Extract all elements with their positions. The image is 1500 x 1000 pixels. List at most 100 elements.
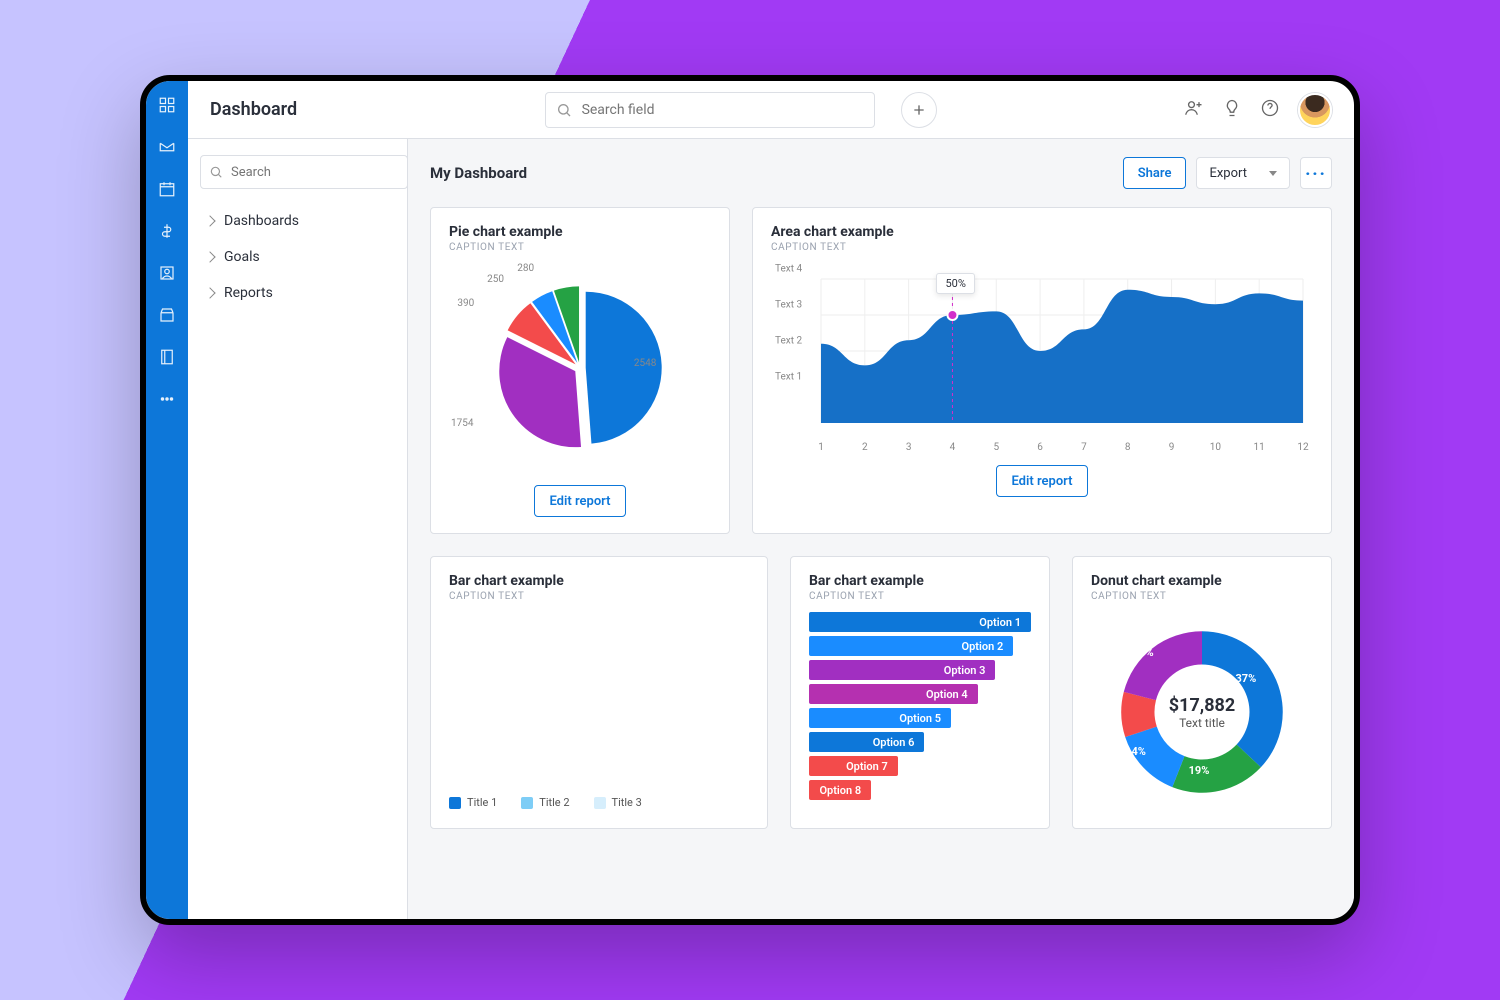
x-tick-label: 2	[862, 442, 868, 453]
global-search-input[interactable]	[580, 101, 864, 119]
hbar-item: Option 4	[809, 684, 978, 704]
nav-rail	[146, 81, 188, 919]
search-icon	[209, 165, 223, 179]
card-title: Bar chart example	[809, 573, 1031, 589]
donut-center-subtitle: Text title	[1169, 716, 1235, 730]
x-tick-label: 10	[1210, 442, 1221, 453]
card-caption: CAPTION TEXT	[1091, 591, 1313, 602]
card-pie: Pie chart example CAPTION TEXT 2548 1754 3…	[430, 207, 730, 534]
x-tick-label: 11	[1254, 442, 1265, 453]
page-title: Dashboard	[210, 99, 297, 120]
caret-down-icon	[1269, 171, 1277, 176]
donut-chart: $17,882 Text title 37% 19% 14% 9% 21%	[1091, 612, 1313, 812]
nav-deals-icon[interactable]	[157, 221, 177, 241]
hbar-item: Option 1	[809, 612, 1031, 632]
search-icon	[556, 102, 572, 118]
sidebar-search-input[interactable]	[229, 164, 399, 181]
y-tick-label: Text 2	[775, 336, 802, 347]
sidebar-item-label: Goals	[224, 249, 260, 265]
hbar-item: Option 5	[809, 708, 951, 728]
card-title: Donut chart example	[1091, 573, 1313, 589]
pie-chart: 2548 1754 390 250 280	[449, 263, 711, 473]
add-button[interactable]	[901, 92, 937, 128]
more-button[interactable]: ···	[1300, 157, 1332, 189]
x-tick-label: 4	[950, 442, 956, 453]
help-icon[interactable]	[1260, 98, 1280, 122]
pie-slice-label: 2548	[634, 358, 656, 369]
export-select[interactable]: Export	[1196, 157, 1290, 189]
card-caption: CAPTION TEXT	[449, 242, 711, 253]
x-tick-label: 9	[1169, 442, 1175, 453]
sidebar-item-label: Dashboards	[224, 213, 299, 229]
chevron-right-icon	[204, 251, 215, 262]
hbar-item: Option 7	[809, 756, 898, 776]
edit-report-button[interactable]: Edit report	[534, 485, 625, 517]
y-tick-label: Text 1	[775, 372, 802, 383]
chevron-right-icon	[204, 287, 215, 298]
sidebar-search[interactable]	[200, 155, 408, 189]
card-area: Area chart example CAPTION TEXT 12345678…	[752, 207, 1332, 534]
card-title: Area chart example	[771, 224, 1313, 240]
hbar-item: Option 8	[809, 780, 871, 800]
x-tick-label: 7	[1081, 442, 1087, 453]
pie-slice-label: 390	[457, 298, 474, 309]
x-tick-label: 1	[818, 442, 824, 453]
card-horizontal-bar: Bar chart example CAPTION TEXT Option 1O…	[790, 556, 1050, 829]
global-search[interactable]	[545, 92, 875, 128]
nav-inbox-icon[interactable]	[157, 137, 177, 157]
x-tick-label: 8	[1125, 442, 1131, 453]
pie-slice-label: 280	[517, 263, 534, 274]
edit-report-button[interactable]: Edit report	[996, 465, 1087, 497]
share-button[interactable]: Share	[1123, 157, 1187, 189]
chart-tooltip: 50%	[936, 273, 974, 294]
card-caption: CAPTION TEXT	[449, 591, 749, 602]
nav-calendar-icon[interactable]	[157, 179, 177, 199]
hbar-item: Option 3	[809, 660, 995, 680]
card-title: Pie chart example	[449, 224, 711, 240]
hbar-item: Option 6	[809, 732, 924, 752]
pie-slice-label: 250	[487, 274, 504, 285]
nav-notes-icon[interactable]	[157, 347, 177, 367]
donut-slice-label: 21%	[1133, 646, 1154, 659]
topbar: Dashboard	[188, 81, 1354, 139]
nav-dashboard-icon[interactable]	[157, 95, 177, 115]
card-stacked-bar: Bar chart example CAPTION TEXT Title 1 T…	[430, 556, 768, 829]
tablet-frame: Dashboard + Dashboard	[140, 75, 1360, 925]
plus-icon	[911, 102, 927, 118]
sidebar-item-dashboards[interactable]: Dashboards	[200, 203, 395, 239]
donut-slice-label: 19%	[1189, 764, 1210, 777]
invite-icon[interactable]	[1184, 98, 1204, 122]
y-tick-label: Text 4	[775, 264, 802, 275]
tips-icon[interactable]	[1222, 98, 1242, 122]
nav-contacts-icon[interactable]	[157, 263, 177, 283]
y-tick-label: Text 3	[775, 300, 802, 311]
sidebar-item-label: Reports	[224, 285, 273, 301]
avatar[interactable]	[1298, 93, 1332, 127]
sidebar-item-goals[interactable]: Goals	[200, 239, 395, 275]
dashboard-title: My Dashboard	[430, 164, 527, 182]
donut-slice-label: 9%	[1107, 701, 1121, 714]
stacked-bar-chart	[449, 612, 749, 782]
card-caption: CAPTION TEXT	[809, 591, 1031, 602]
area-chart: 123456789101112Text 1Text 2Text 3Text 45…	[771, 263, 1313, 453]
x-tick-label: 12	[1297, 442, 1308, 453]
horizontal-bar-chart: Option 1 Option 2 Option 3 Option 4 Option 5…	[809, 612, 1031, 800]
card-title: Bar chart example	[449, 573, 749, 589]
donut-slice-label: 14%	[1125, 745, 1146, 758]
card-donut: Donut chart example CAPTION TEXT $17,882…	[1072, 556, 1332, 829]
main-content: My Dashboard Share Export ··· Pie chart …	[408, 139, 1354, 919]
chevron-right-icon	[204, 215, 215, 226]
nav-store-icon[interactable]	[157, 305, 177, 325]
sidebar: + Dashboards Goals Reports	[188, 139, 408, 919]
x-tick-label: 5	[993, 442, 999, 453]
hbar-item: Option 2	[809, 636, 1013, 656]
x-tick-label: 6	[1037, 442, 1043, 453]
card-caption: CAPTION TEXT	[771, 242, 1313, 253]
sidebar-item-reports[interactable]: Reports	[200, 275, 395, 311]
donut-slice-label: 37%	[1235, 672, 1256, 685]
chart-legend: Title 1 Title 2 Title 3	[449, 796, 749, 809]
donut-center-value: $17,882	[1169, 695, 1235, 716]
pie-slice-label: 1754	[451, 418, 473, 429]
x-tick-label: 3	[906, 442, 912, 453]
nav-more-icon[interactable]	[157, 389, 177, 409]
